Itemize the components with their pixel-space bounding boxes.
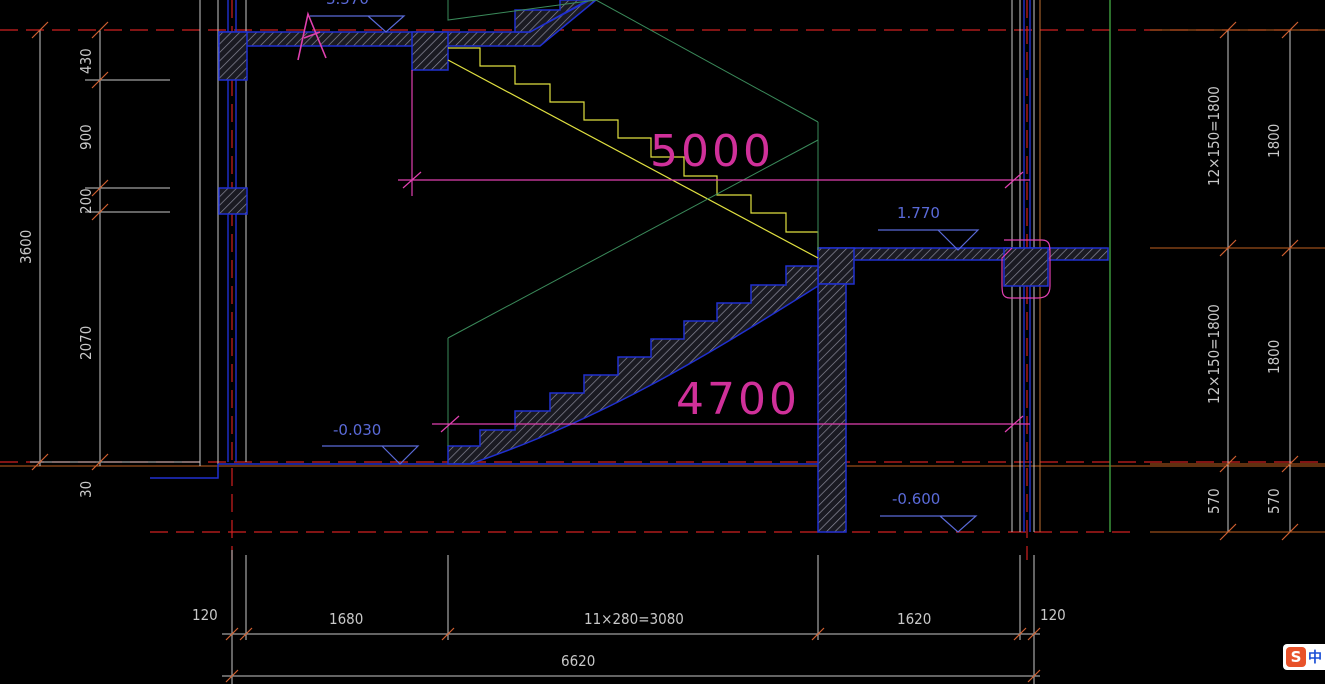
right-dim-bottom-outer: 570 — [1265, 488, 1283, 514]
concrete-sections — [218, 0, 1109, 533]
bottom-dim-total: 6620 — [561, 652, 595, 670]
ime-indicator[interactable]: S 中 — [1283, 644, 1325, 670]
orange-grid-lines — [0, 29, 1325, 533]
bottom-dim-1680: 1680 — [329, 610, 363, 628]
upper-flight-length: 5000 — [650, 126, 774, 177]
right-dim-upper-formula: 12×150=1800 — [1205, 86, 1223, 186]
level-landing: 1.770 — [897, 204, 940, 222]
level-top: 3.570 — [326, 0, 369, 8]
bottom-dim-left-wall: 120 — [192, 606, 218, 624]
right-dim-lower-formula: 12×150=1800 — [1205, 304, 1223, 404]
level-floor: -0.030 — [333, 421, 381, 439]
right-dim-upper-value: 1800 — [1265, 124, 1283, 158]
level-markers — [310, 15, 980, 533]
left-dim-bottom: 30 — [77, 481, 95, 498]
right-dim-bottom-inner: 570 — [1205, 488, 1223, 514]
left-dim-chain — [30, 30, 200, 466]
left-dim-900: 900 — [77, 124, 95, 150]
left-dim-ticks — [31, 21, 109, 471]
bottom-dim-ticks — [225, 627, 1041, 683]
level-pit: -0.600 — [892, 490, 940, 508]
lower-flight-length: 4700 — [676, 374, 800, 425]
left-dim-total: 3600 — [17, 230, 35, 264]
bottom-dim-3080: 11×280=3080 — [584, 610, 684, 628]
right-dim-lower-value: 1800 — [1265, 340, 1283, 374]
left-dim-430: 430 — [77, 48, 95, 74]
ime-logo-icon: S — [1286, 647, 1306, 667]
left-dim-200: 200 — [77, 188, 95, 214]
ime-mode-label: 中 — [1308, 650, 1322, 666]
right-dim-chain — [1227, 30, 1291, 532]
annotation-mark: A — [300, 18, 301, 21]
cad-drawing[interactable]: 5000 4700 1.770 -0.030 -0.600 3.570 430 … — [0, 0, 1325, 684]
bottom-dim-1620: 1620 — [897, 610, 931, 628]
axis-lines — [0, 0, 1325, 560]
bottom-dim-right-wall: 120 — [1040, 606, 1066, 624]
left-dim-2070: 2070 — [77, 326, 95, 360]
